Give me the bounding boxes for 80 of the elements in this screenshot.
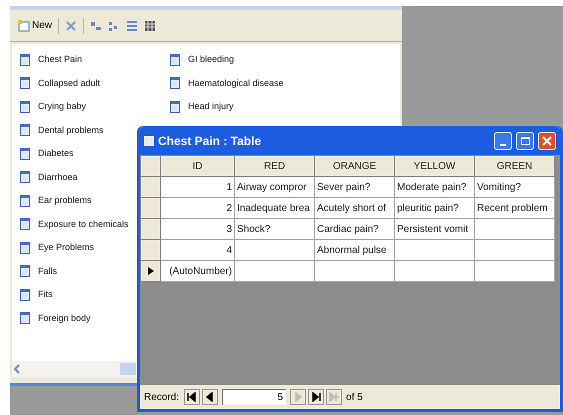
table-cell: Inadequate brea [237,202,310,214]
new-object-icon [18,20,30,32]
close-button[interactable] [538,132,556,150]
new-record-icon [329,392,340,402]
current-record-icon [148,266,154,275]
table-icon [20,242,30,254]
table-icon [170,100,180,113]
table-list-item[interactable]: Head injury [170,100,234,114]
window-title: Chest Pain : Table [158,132,262,150]
table-icon [20,288,30,301]
table-list-item[interactable]: Haematological disease [170,76,284,90]
previous-record-button[interactable] [202,389,218,405]
table-list-item[interactable]: Falls [20,264,58,278]
table-icon [144,136,154,146]
table-cell: Persistent vomit [397,224,468,234]
first-record-icon [187,392,198,402]
details-icon[interactable] [144,20,156,32]
table-icon [20,77,30,90]
table-list-item[interactable]: GI bleeding [170,53,234,66]
table-list-item[interactable]: Fits [20,288,52,302]
table-icon [20,100,30,113]
new-button[interactable]: New [18,18,52,33]
table-icon [170,54,180,66]
table-icon [20,124,30,136]
table-cell: Shock? [237,224,270,234]
table-list-item[interactable]: Foreign body [20,312,91,325]
table-icon [20,171,30,184]
table-cell: 1 [226,182,232,192]
table-cell: Abnormal pulse [317,244,386,256]
next-arrow-icon [293,392,304,402]
large-icons-icon[interactable] [90,20,102,32]
column-header[interactable]: RED [234,156,314,176]
table-list-item[interactable]: Chest Pain [20,53,82,66]
scroll-left-icon[interactable] [12,363,22,375]
minimize-button[interactable] [494,132,512,150]
table-cell: pleuritic pain? [397,202,459,214]
column-header[interactable]: ID [160,156,234,176]
record-number-field[interactable]: 5 [222,389,286,405]
row-selector[interactable] [140,260,160,282]
table-cell: (AutoNumber) [169,266,232,276]
previous-arrow-icon [205,392,216,402]
table-cell: Airway compror [237,182,306,192]
scrollbar-thumb[interactable] [120,363,136,375]
table-list-item[interactable]: Dental problems [20,124,104,137]
select-all-cell[interactable] [140,156,160,176]
table-cell: Recent problem [477,202,548,214]
table-icon [20,312,30,324]
table-cell: 3 [226,224,232,234]
table-cell: 2 [226,202,232,214]
table-icon [20,54,30,66]
table-cell: Moderate pain? [397,182,466,192]
table-list-item[interactable]: Crying baby [20,100,86,114]
table-icon [170,77,180,90]
table-icon [20,265,30,278]
table-cell: Vomiting? [477,182,521,192]
last-record-button[interactable] [308,389,324,405]
table-list-item[interactable]: Exposure to chemicals [20,218,129,231]
table-list-item[interactable]: Diabetes [20,147,74,160]
table-cell: 4 [226,244,232,256]
table-list-item[interactable]: Ear problems [20,194,92,208]
column-header[interactable]: ORANGE [314,156,394,176]
maximize-button[interactable] [516,132,534,150]
close-icon [542,136,552,146]
record-count: of 5 [346,390,363,404]
table-list-item[interactable]: Collapsed adult [20,76,100,90]
list-icon[interactable] [126,20,138,32]
last-record-icon [311,392,322,402]
record-label: Record: [144,390,180,404]
column-header[interactable]: YELLOW [394,156,474,176]
table-cell: Cardiac pain? [317,224,379,234]
first-record-button[interactable] [184,389,200,405]
table-list-item[interactable]: Diarrhoea [20,170,78,184]
delete-icon[interactable] [65,20,78,32]
table-list-item[interactable]: Eye Problems [20,241,94,254]
table-icon [20,148,30,160]
table-icon [20,194,30,207]
table-icon [20,218,30,230]
column-header[interactable]: GREEN [474,156,554,176]
table-cell: Sever pain? [317,182,370,192]
table-cell: Acutely short of [317,202,386,214]
